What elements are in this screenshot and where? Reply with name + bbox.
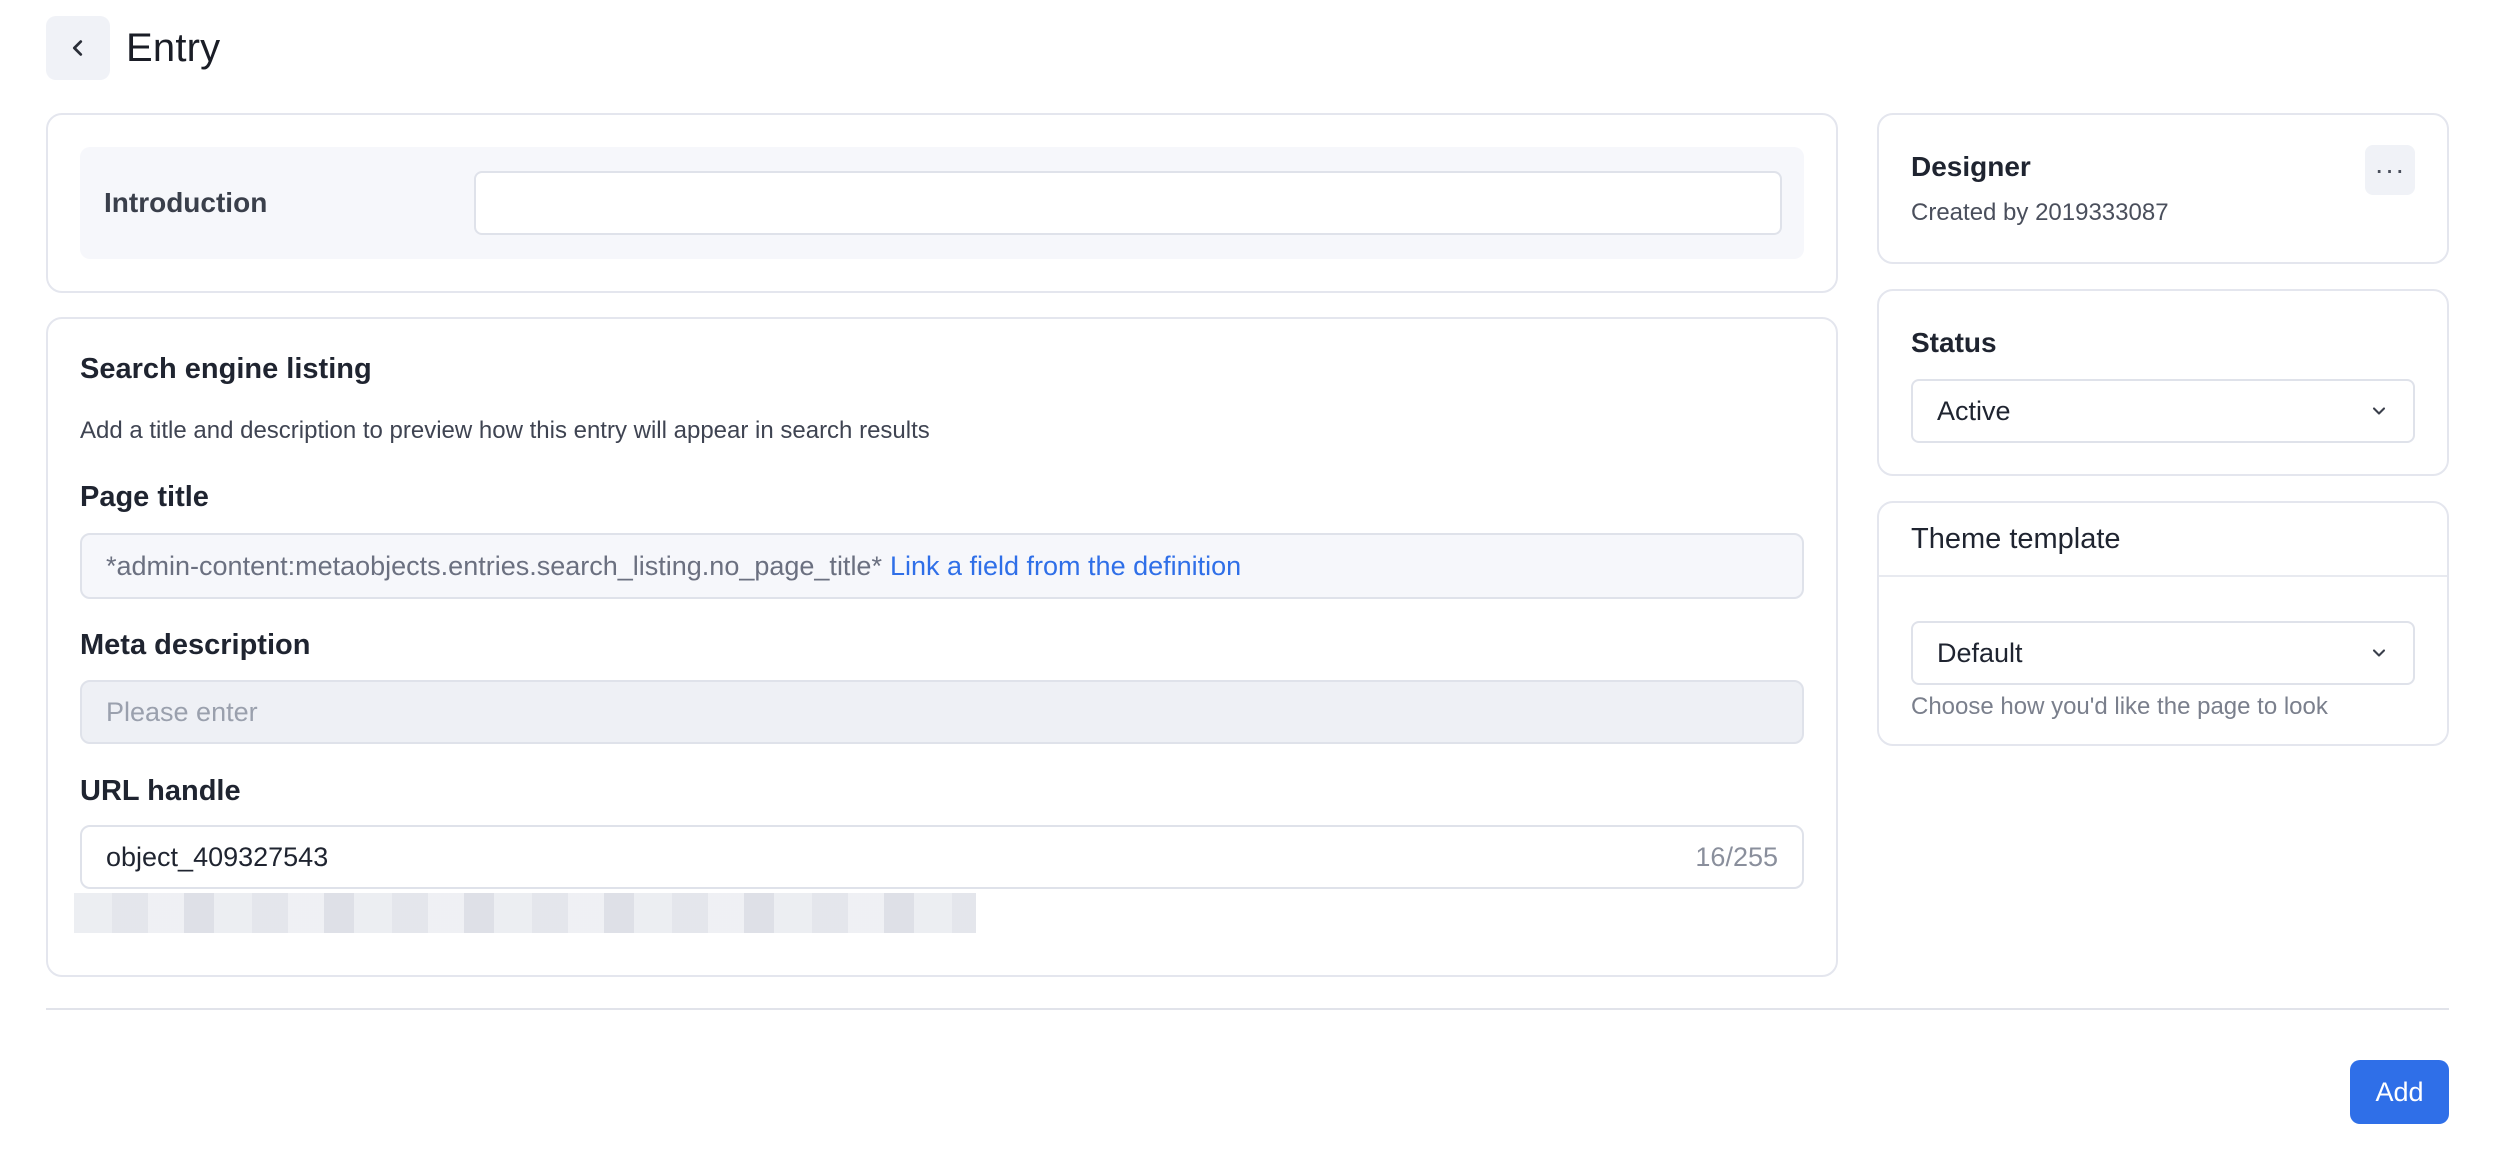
- page-header: Entry: [46, 16, 220, 80]
- status-title: Status: [1911, 327, 1997, 358]
- page-title-field[interactable]: *admin-content:metaobjects.entries.searc…: [80, 533, 1804, 599]
- footer-divider: [46, 1008, 2449, 1010]
- introduction-label: Introduction: [104, 187, 268, 218]
- entry-page: Entry Introduction Search engine listing…: [0, 0, 2506, 1166]
- status-select[interactable]: Active: [1911, 379, 2415, 443]
- introduction-card: Introduction: [46, 113, 1838, 293]
- meta-description-label: Meta description: [80, 629, 311, 661]
- designer-card: Designer Created by 2019333087 ···: [1877, 113, 2449, 264]
- search-engine-listing-card: Search engine listing Add a title and de…: [46, 317, 1838, 977]
- link-field-link[interactable]: Link a field from the definition: [890, 551, 1241, 582]
- chevron-down-icon: [2372, 407, 2386, 415]
- chevron-left-icon: [72, 40, 83, 56]
- url-handle-label: URL handle: [80, 775, 241, 807]
- seo-section-title: Search engine listing: [80, 353, 372, 385]
- status-card: Status Active: [1877, 289, 2449, 476]
- designer-title: Designer: [1911, 151, 2031, 182]
- more-horizontal-icon: ···: [2374, 154, 2406, 185]
- page-title-value: *admin-content:metaobjects.entries.searc…: [106, 550, 882, 581]
- theme-template-card: Theme template Default Choose how you'd …: [1877, 501, 2449, 746]
- more-options-button[interactable]: ···: [2365, 145, 2415, 195]
- seo-section-description: Add a title and description to preview h…: [80, 417, 930, 444]
- url-handle-counter: 16/255: [1695, 841, 1778, 872]
- back-button[interactable]: [46, 16, 110, 80]
- theme-template-help: Choose how you'd like the page to look: [1911, 693, 2328, 720]
- theme-template-select[interactable]: Default: [1911, 621, 2415, 685]
- url-handle-value: object_409327543: [106, 841, 329, 872]
- chevron-down-icon: [2372, 649, 2386, 657]
- meta-description-input[interactable]: Please enter: [80, 680, 1804, 744]
- introduction-input[interactable]: [474, 171, 1782, 235]
- page-title-label: Page title: [80, 481, 209, 513]
- introduction-row: Introduction: [80, 147, 1804, 259]
- meta-description-placeholder: Please enter: [106, 696, 258, 727]
- theme-template-selected-value: Default: [1937, 637, 2023, 668]
- add-button[interactable]: Add: [2350, 1060, 2449, 1124]
- status-selected-value: Active: [1937, 395, 2011, 426]
- designer-created-by: Created by 2019333087: [1911, 199, 2169, 226]
- redacted-url-preview: [74, 893, 976, 933]
- divider: [1879, 575, 2447, 577]
- url-handle-input[interactable]: object_409327543 16/255: [80, 825, 1804, 889]
- page-title: Entry: [126, 25, 221, 70]
- theme-template-title: Theme template: [1911, 523, 2121, 555]
